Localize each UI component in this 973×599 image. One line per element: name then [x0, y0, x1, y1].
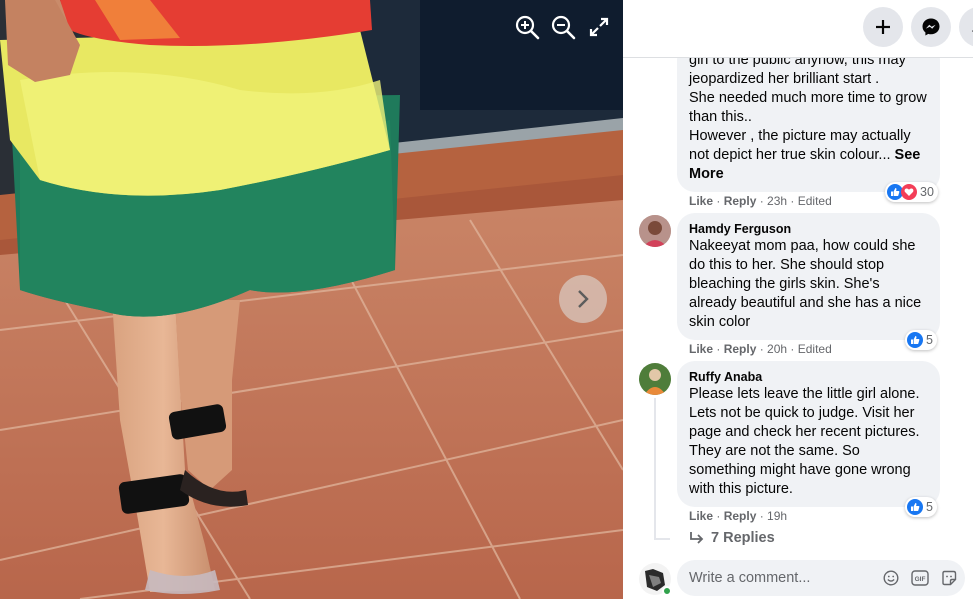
- reaction-count: 5: [926, 500, 933, 514]
- avatar[interactable]: [639, 363, 671, 395]
- like-link[interactable]: Like: [689, 194, 713, 208]
- zoom-out-icon: [551, 15, 576, 40]
- like-reaction-icon: [907, 332, 923, 348]
- photo-viewer: [0, 0, 623, 599]
- notifications-button[interactable]: [959, 7, 973, 47]
- comment-input[interactable]: [689, 560, 879, 596]
- chevron-right-icon: [578, 290, 589, 308]
- reply-link[interactable]: Reply: [724, 509, 757, 523]
- comment-text-wrap: jeopardized her brilliant start . She ne…: [689, 70, 928, 184]
- fullscreen-button[interactable]: [585, 13, 613, 41]
- create-button[interactable]: [863, 7, 903, 47]
- thread-line: [654, 398, 656, 540]
- gif-icon: GIF: [911, 570, 929, 586]
- replies-count: 7 Replies: [711, 530, 775, 546]
- avatar[interactable]: [639, 215, 671, 247]
- comment-bubble: gin to the public anyhow, this may jeopa…: [677, 42, 940, 192]
- messenger-icon: [922, 18, 940, 36]
- comments-panel: gin to the public anyhow, this may jeopa…: [623, 0, 973, 599]
- comment-actions: Like · Reply · 23h · Edited: [689, 194, 832, 208]
- comment-text: Nakeeyat mom paa, how could she do this …: [689, 238, 922, 330]
- zoom-out-button[interactable]: [549, 13, 577, 41]
- like-reaction-icon: [907, 499, 923, 515]
- messenger-button[interactable]: [911, 7, 951, 47]
- gif-button[interactable]: GIF: [911, 569, 929, 587]
- online-indicator: [662, 586, 672, 596]
- reaction-summary[interactable]: 30: [885, 182, 938, 202]
- comment-text: Please lets leave the little girl alone.…: [689, 386, 920, 497]
- edited-label: Edited: [797, 194, 832, 208]
- comment-time[interactable]: 20h: [767, 342, 787, 356]
- comment-composer: GIF: [677, 560, 965, 596]
- comment-time[interactable]: 23h: [767, 194, 787, 208]
- reply-link[interactable]: Reply: [724, 194, 757, 208]
- smiley-icon: [883, 570, 899, 586]
- view-replies-link[interactable]: 7 Replies: [689, 530, 775, 546]
- reaction-summary[interactable]: 5: [905, 330, 937, 350]
- svg-text:GIF: GIF: [915, 576, 926, 583]
- reaction-summary[interactable]: 5: [905, 497, 937, 517]
- expand-icon: [589, 17, 609, 37]
- comment-bubble: Hamdy Ferguson Nakeeyat mom paa, how cou…: [677, 213, 940, 340]
- reply-link[interactable]: Reply: [724, 342, 757, 356]
- next-photo-button[interactable]: [559, 275, 607, 323]
- comment-actions: Like · Reply · 19h: [689, 509, 788, 523]
- edited-label: Edited: [797, 342, 832, 356]
- comment-text: jeopardized her brilliant start . She ne…: [689, 71, 927, 163]
- plus-icon: [876, 20, 890, 34]
- top-bar: [623, 0, 973, 58]
- like-link[interactable]: Like: [689, 342, 713, 356]
- comment-author[interactable]: Ruffy Anaba: [689, 369, 928, 385]
- bell-icon: [972, 30, 973, 32]
- comment-actions: Like · Reply · 20h · Edited: [689, 342, 832, 356]
- sticker-icon: [942, 570, 957, 586]
- reaction-count: 5: [926, 333, 933, 347]
- zoom-in-icon: [515, 15, 540, 40]
- comment-time[interactable]: 19h: [767, 509, 787, 523]
- like-link[interactable]: Like: [689, 509, 713, 523]
- comment-bubble: Ruffy Anaba Please lets leave the little…: [677, 361, 940, 507]
- emoji-button[interactable]: [882, 569, 900, 587]
- zoom-in-button[interactable]: [513, 13, 541, 41]
- love-reaction-icon: [901, 184, 917, 200]
- comment-author[interactable]: Hamdy Ferguson: [689, 221, 928, 237]
- reaction-count: 30: [920, 185, 934, 199]
- thread-line: [654, 538, 670, 540]
- reply-arrow-icon: [690, 532, 704, 544]
- photo: [0, 0, 623, 599]
- sticker-button[interactable]: [940, 569, 958, 587]
